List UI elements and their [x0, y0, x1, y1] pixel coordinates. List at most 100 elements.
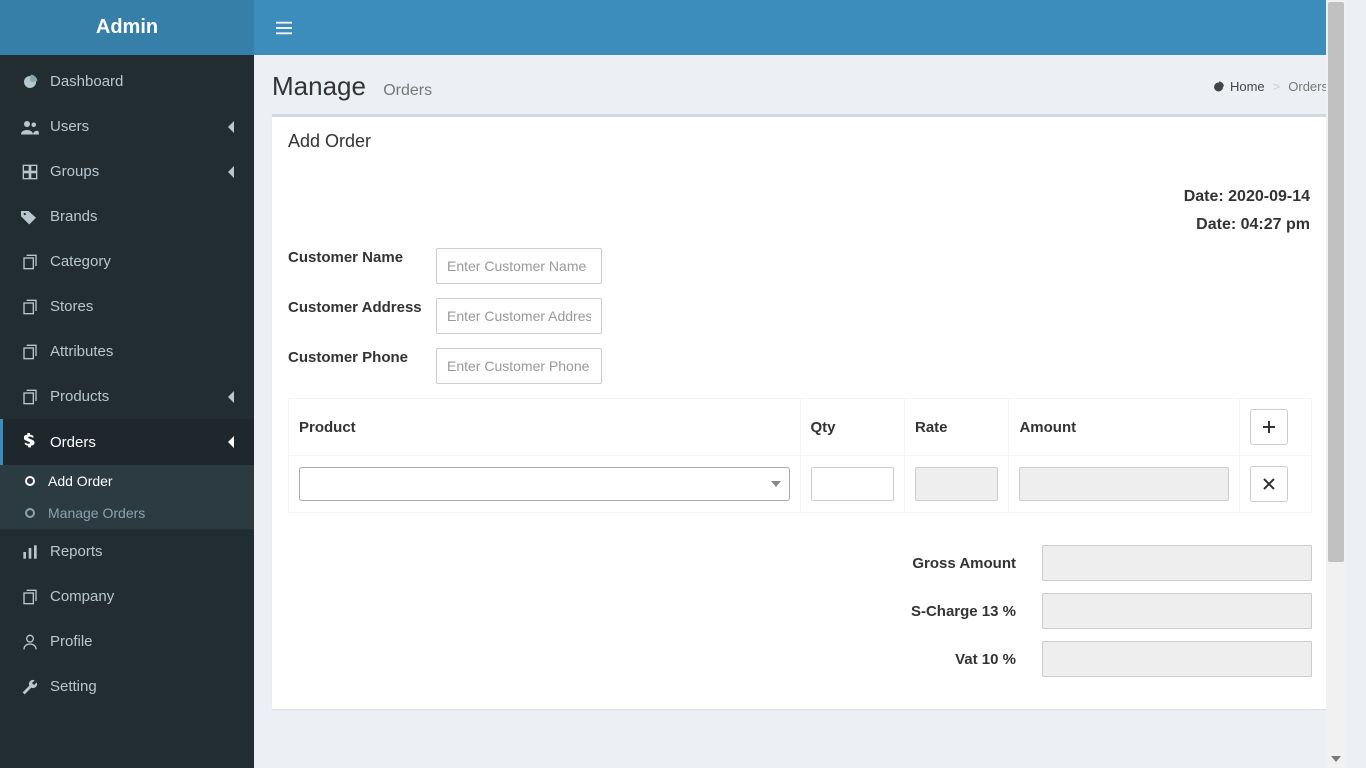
product-select[interactable]: [299, 467, 790, 501]
page-subtitle: Orders: [383, 82, 432, 99]
files-icon: [18, 589, 42, 605]
qty-input[interactable]: [811, 467, 894, 501]
breadcrumb-active: Orders: [1288, 79, 1328, 94]
gross-amount-label: Gross Amount: [876, 555, 1016, 572]
th-amount: Amount: [1009, 399, 1240, 456]
circle-icon: [18, 475, 42, 487]
scharge-input: [1042, 593, 1312, 629]
nav: Dashboard Users Groups: [0, 55, 254, 709]
sidebar-item-label: Reports: [50, 543, 103, 560]
breadcrumb: Home > Orders: [1212, 79, 1328, 94]
plus-icon: [1263, 421, 1275, 433]
remove-row-button[interactable]: [1250, 466, 1288, 502]
tags-icon: [18, 209, 42, 225]
box-header: Add Order: [272, 117, 1328, 166]
scroll-down-button[interactable]: [1326, 750, 1346, 768]
bars-icon: [276, 21, 292, 35]
table-row: [289, 456, 1312, 513]
sidebar-item-label: Orders: [50, 434, 96, 451]
sidebar-item-setting[interactable]: Setting: [0, 664, 254, 709]
brand-title: Admin: [0, 0, 254, 55]
order-items-table: Product Qty Rate Amount: [288, 398, 1312, 513]
caret-down-icon: [1331, 756, 1341, 762]
circle-icon: [18, 507, 42, 519]
sidebar-item-company[interactable]: Company: [0, 574, 254, 619]
sidebar-item-stores[interactable]: Stores: [0, 284, 254, 329]
chevron-left-icon: [228, 166, 236, 178]
content-header: Manage Orders Home > Orders: [254, 55, 1346, 114]
scrollbar-thumb[interactable]: [1328, 2, 1344, 562]
content: Add Order Date: 2020-09-14 Date: 04:27 p…: [254, 114, 1346, 768]
wrench-icon: [18, 679, 42, 695]
sidebar-item-label: Company: [50, 588, 114, 605]
vat-label: Vat 10 %: [876, 651, 1016, 668]
files-icon: [18, 299, 42, 315]
orders-submenu: Add Order Manage Orders: [0, 465, 254, 529]
sidebar-item-label: Profile: [50, 633, 93, 650]
customer-name-input[interactable]: [436, 248, 602, 284]
close-icon: [1263, 478, 1275, 490]
dollar-icon: [18, 433, 42, 451]
sidebar-item-reports[interactable]: Reports: [0, 529, 254, 574]
box-title: Add Order: [288, 131, 1312, 152]
totals: Gross Amount S-Charge 13 % Vat 10 %: [288, 545, 1312, 677]
sidebar-item-label: Users: [50, 118, 89, 135]
sidebar-item-attributes[interactable]: Attributes: [0, 329, 254, 374]
sidebar-item-orders[interactable]: Orders: [0, 419, 254, 465]
sidebar-item-label: Dashboard: [50, 73, 123, 90]
customer-phone-label: Customer Phone: [288, 348, 436, 368]
sidebar-item-profile[interactable]: Profile: [0, 619, 254, 664]
menu-toggle-button[interactable]: [270, 15, 298, 41]
sidebar-item-groups[interactable]: Groups: [0, 149, 254, 194]
sidebar-item-label: Brands: [50, 208, 98, 225]
chevron-left-icon: [228, 121, 236, 133]
amount-input: [1019, 467, 1229, 501]
main: Manage Orders Home > Orders Add Order Da…: [254, 0, 1346, 768]
customer-name-label: Customer Name: [288, 248, 436, 268]
order-date: Date: 2020-09-14: [290, 188, 1310, 206]
chevron-left-icon: [228, 391, 236, 403]
sidebar-item-brands[interactable]: Brands: [0, 194, 254, 239]
sidebar-item-category[interactable]: Category: [0, 239, 254, 284]
sidebar-item-label: Groups: [50, 163, 99, 180]
sidebar-item-users[interactable]: Users: [0, 104, 254, 149]
page-title: Manage Orders: [272, 71, 432, 102]
th-qty: Qty: [800, 399, 904, 456]
files-icon: [18, 389, 42, 405]
topbar: [254, 0, 1346, 55]
caret-down-icon: [771, 481, 781, 487]
sidebar-item-label: Attributes: [50, 343, 113, 360]
user-icon: [18, 634, 42, 650]
sidebar-subitem-label: Add Order: [48, 473, 113, 489]
add-row-button[interactable]: [1250, 409, 1288, 445]
sidebar-item-label: Products: [50, 388, 109, 405]
scharge-label: S-Charge 13 %: [876, 603, 1016, 620]
files-icon: [18, 344, 42, 360]
vat-input: [1042, 641, 1312, 677]
breadcrumb-home-label: Home: [1230, 79, 1265, 94]
scrollbar[interactable]: [1326, 0, 1346, 768]
bar-chart-icon: [18, 544, 42, 560]
sidebar-subitem-manage-orders[interactable]: Manage Orders: [0, 497, 254, 529]
groups-icon: [18, 164, 42, 180]
breadcrumb-home[interactable]: Home: [1212, 79, 1265, 94]
sidebar: Admin Dashboard Users: [0, 0, 254, 768]
order-time: Date: 04:27 pm: [290, 216, 1310, 234]
rate-input: [915, 467, 998, 501]
sidebar-item-label: Category: [50, 253, 111, 270]
sidebar-subitem-label: Manage Orders: [48, 505, 145, 521]
sidebar-item-products[interactable]: Products: [0, 374, 254, 419]
customer-address-input[interactable]: [436, 298, 602, 334]
page-title-text: Manage: [272, 71, 366, 101]
breadcrumb-separator: >: [1273, 79, 1281, 94]
th-rate: Rate: [904, 399, 1008, 456]
sidebar-item-dashboard[interactable]: Dashboard: [0, 59, 254, 104]
customer-phone-input[interactable]: [436, 348, 602, 384]
sidebar-item-label: Setting: [50, 678, 97, 695]
sidebar-subitem-add-order[interactable]: Add Order: [0, 465, 254, 497]
dashboard-icon: [1212, 81, 1225, 93]
files-icon: [18, 254, 42, 270]
sidebar-item-label: Stores: [50, 298, 93, 315]
users-icon: [18, 119, 42, 135]
box-add-order: Add Order Date: 2020-09-14 Date: 04:27 p…: [272, 114, 1328, 709]
